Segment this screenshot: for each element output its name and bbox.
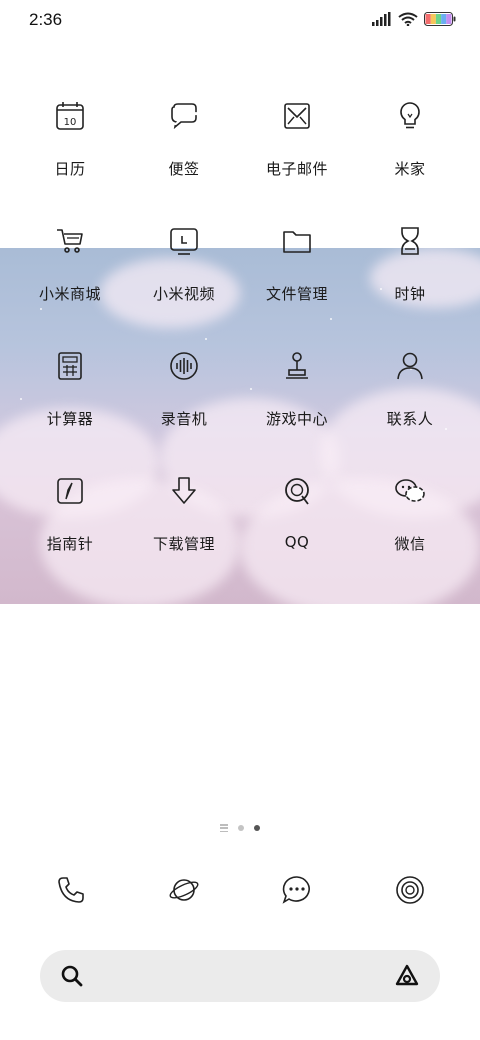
page-dot bbox=[238, 825, 244, 831]
app-label: 小米商城 bbox=[38, 285, 101, 303]
app-label: 米家 bbox=[394, 160, 426, 178]
app-recorder[interactable]: 录音机 bbox=[124, 346, 244, 456]
app-label: 文件管理 bbox=[265, 285, 328, 303]
app-label: 游戏中心 bbox=[265, 410, 328, 428]
battery-cell bbox=[441, 14, 447, 24]
app-download-manager[interactable]: 下载管理 bbox=[124, 471, 244, 581]
app-label: 便签 bbox=[168, 160, 200, 178]
folder-icon bbox=[283, 231, 311, 253]
messages-icon[interactable] bbox=[281, 874, 313, 906]
app-wechat[interactable]: 微信 bbox=[350, 471, 470, 581]
app-label: 计算器 bbox=[46, 410, 94, 428]
qq-icon bbox=[285, 478, 309, 505]
app-clock[interactable]: 时钟 bbox=[350, 221, 470, 331]
page-dot-active bbox=[254, 825, 260, 831]
download-icon bbox=[172, 477, 196, 504]
app-label: 日历 bbox=[54, 160, 86, 178]
signal-icon bbox=[372, 12, 391, 26]
notes-bubble-icon bbox=[171, 103, 197, 130]
lightbulb-icon bbox=[400, 102, 420, 129]
app-calculator[interactable]: 计算器 bbox=[10, 346, 130, 456]
camera-icon[interactable] bbox=[394, 874, 426, 906]
app-calendar[interactable]: 10 日历 bbox=[10, 96, 130, 206]
wifi-icon bbox=[398, 12, 418, 26]
recorder-icon bbox=[170, 352, 198, 380]
wechat-icon bbox=[395, 479, 425, 502]
calendar-icon: 10 bbox=[56, 102, 84, 130]
app-label: 指南针 bbox=[46, 535, 94, 553]
email-icon bbox=[284, 103, 310, 129]
calculator-icon bbox=[58, 352, 82, 380]
joystick-icon bbox=[286, 352, 308, 379]
app-label: 电子邮件 bbox=[265, 160, 328, 178]
app-vault-icon[interactable] bbox=[394, 963, 420, 989]
battery-cell bbox=[435, 14, 442, 24]
app-label: 录音机 bbox=[160, 410, 208, 428]
app-label: 微信 bbox=[394, 535, 426, 553]
status-bar: 2:36 bbox=[0, 0, 480, 44]
app-email[interactable]: 电子邮件 bbox=[237, 96, 357, 206]
battery-cell bbox=[430, 14, 436, 24]
browser-planet-icon[interactable] bbox=[168, 874, 200, 906]
contacts-person-icon bbox=[397, 352, 423, 380]
app-mijia[interactable]: 米家 bbox=[350, 96, 470, 206]
dock bbox=[0, 870, 480, 910]
app-mi-video[interactable]: 小米视频 bbox=[124, 221, 244, 331]
svg-text:10: 10 bbox=[64, 117, 77, 128]
app-label: 时钟 bbox=[394, 285, 426, 303]
battery-cell bbox=[425, 14, 431, 24]
app-label: 下载管理 bbox=[152, 535, 215, 553]
battery-cell bbox=[446, 14, 452, 24]
compass-icon bbox=[57, 478, 83, 504]
app-compass[interactable]: 指南针 bbox=[10, 471, 130, 581]
search-icon bbox=[61, 965, 83, 987]
shopping-cart-icon bbox=[57, 229, 83, 253]
app-label: QQ bbox=[284, 533, 310, 551]
status-icons bbox=[372, 12, 456, 26]
page-menu-icon bbox=[220, 824, 228, 832]
search-bar[interactable] bbox=[40, 950, 440, 1002]
hourglass-clock-icon bbox=[401, 227, 419, 255]
phone-icon[interactable] bbox=[55, 874, 87, 906]
app-contacts[interactable]: 联系人 bbox=[350, 346, 470, 456]
status-time: 2:36 bbox=[29, 10, 63, 29]
battery-icon bbox=[424, 12, 456, 26]
page-indicator[interactable] bbox=[0, 824, 480, 832]
app-mi-store[interactable]: 小米商城 bbox=[10, 221, 130, 331]
app-qq[interactable]: QQ bbox=[237, 471, 357, 581]
app-label: 小米视频 bbox=[152, 285, 215, 303]
app-notes[interactable]: 便签 bbox=[124, 96, 244, 206]
app-label: 联系人 bbox=[386, 410, 434, 428]
app-file-manager[interactable]: 文件管理 bbox=[237, 221, 357, 331]
app-game-center[interactable]: 游戏中心 bbox=[237, 346, 357, 456]
video-icon bbox=[170, 228, 198, 255]
